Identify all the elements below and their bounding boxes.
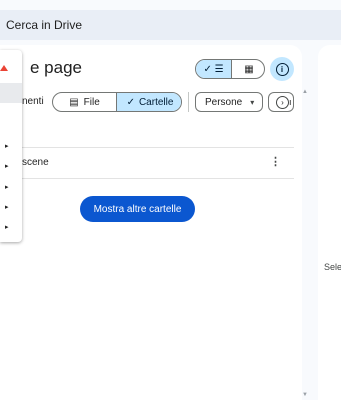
folders-filter-button[interactable]: ✓ Cartelle (116, 93, 181, 111)
file-icon: ▤ (69, 96, 79, 108)
type-filter-segmented[interactable]: ▤ File ✓ Cartelle (52, 92, 182, 112)
filter-prefix-label: nenti (22, 96, 44, 107)
scroll-up-icon[interactable]: ▲ (302, 89, 308, 95)
people-filter-chip[interactable]: Persone ▾ (195, 92, 263, 112)
dropdown-arrow-icon: ▾ (250, 97, 255, 107)
more-actions-icon[interactable]: ⋮ (270, 155, 281, 168)
show-more-folders-button[interactable]: Mostra altre cartelle (80, 196, 195, 222)
list-view-button[interactable]: ✓ ☰ (196, 60, 231, 78)
row-divider (22, 178, 294, 179)
filter-divider (188, 92, 189, 112)
next-filter-chip[interactable]: › ı (268, 92, 294, 112)
details-text: Sele (324, 262, 341, 272)
grid-view-icon: ▦ (244, 63, 254, 75)
submenu-arrow-icon[interactable]: ▸ (5, 183, 9, 191)
file-filter-button[interactable]: ▤ File (53, 93, 116, 111)
folder-row-name[interactable]: scene (22, 157, 49, 168)
scroll-down-icon[interactable]: ▼ (302, 392, 308, 398)
menu-item-selected[interactable] (0, 83, 22, 103)
chevron-right-icon[interactable]: › (276, 96, 289, 109)
submenu-arrow-icon[interactable]: ▸ (5, 162, 9, 170)
check-icon: ✓ (126, 96, 135, 108)
submenu-arrow-icon[interactable]: ▸ (5, 223, 9, 231)
context-menu: ▸ ▸ ▸ ▸ ▸ (0, 50, 22, 242)
details-panel: Sele (318, 45, 341, 400)
file-filter-label: File (83, 96, 100, 108)
folders-filter-label: Cartelle (138, 96, 174, 108)
next-chip-partial-text: ı (289, 97, 292, 107)
grid-view-button[interactable]: ▦ (231, 60, 264, 78)
search-input[interactable]: Cerca in Drive (6, 18, 82, 32)
view-toggle[interactable]: ✓ ☰ ▦ (195, 59, 265, 79)
page-title: e page (30, 58, 82, 77)
people-filter-label: Persone (205, 96, 243, 108)
drive-logo-icon (0, 65, 8, 71)
info-button[interactable]: i (270, 57, 294, 81)
search-bar[interactable]: Cerca in Drive (0, 10, 341, 40)
list-view-icon: ✓ ☰ (203, 63, 224, 75)
submenu-arrow-icon[interactable]: ▸ (5, 142, 9, 150)
submenu-arrow-icon[interactable]: ▸ (5, 203, 9, 211)
info-icon: i (275, 62, 289, 76)
row-divider (22, 147, 294, 148)
